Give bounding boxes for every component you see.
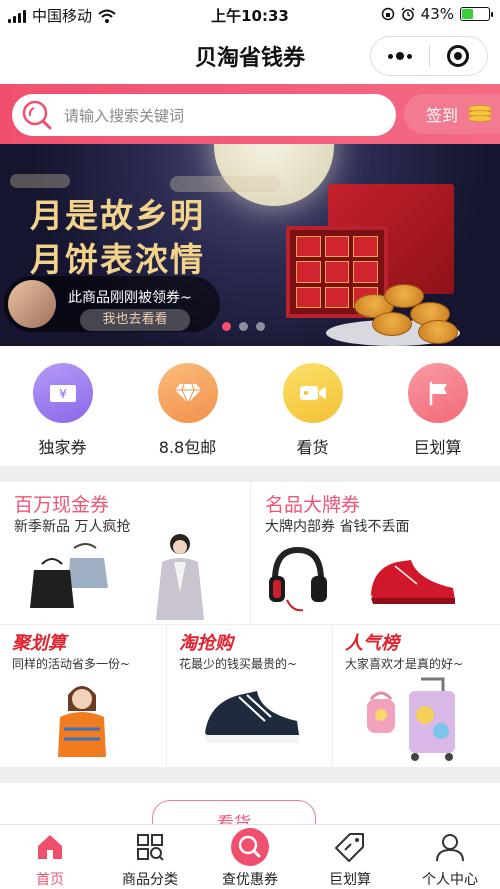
signin-button[interactable]: 签到 bbox=[404, 94, 500, 134]
tab-great-deal[interactable]: 巨划算 bbox=[300, 825, 400, 889]
tab-label: 查优惠券 bbox=[222, 872, 278, 888]
tab-label: 首页 bbox=[36, 872, 64, 888]
signin-label: 签到 bbox=[426, 106, 459, 125]
toast-action-button[interactable]: 我也去看看 bbox=[80, 309, 190, 331]
quick-entry-label: 看货 bbox=[296, 438, 329, 457]
headphones-image bbox=[269, 546, 327, 612]
pager-dot[interactable] bbox=[239, 322, 248, 331]
handbags-image bbox=[30, 543, 108, 608]
promo-subtitle: 新季新品 万人疯抢 bbox=[14, 519, 131, 535]
status-bar: 中国移动 上午10:33 43% bbox=[0, 0, 500, 28]
promo-taoqianggou[interactable]: 淘抢购 花最少的钱买最贵的~ bbox=[166, 625, 332, 767]
search-icon bbox=[22, 100, 52, 130]
promo-row-bottom: 聚划算 同样的活动省多一份~ 淘抢购 花最少的钱买最贵的~ 人气榜 大家喜欢才是… bbox=[0, 624, 500, 767]
quick-entry-exclusive-coupon[interactable]: ¥ 独家券 bbox=[0, 346, 125, 466]
search-input[interactable]: 请输入搜索关键词 bbox=[12, 94, 396, 136]
battery-percent: 43% bbox=[420, 5, 454, 23]
close-button[interactable] bbox=[430, 37, 488, 75]
quick-entries: ¥ 独家券 8.8包邮 看货 巨划算 bbox=[0, 346, 500, 466]
quick-entry-label: 8.8包邮 bbox=[158, 438, 217, 457]
search-band: 请输入搜索关键词 签到 bbox=[0, 84, 500, 144]
promo-row-top: 百万现金券 新季新品 万人疯抢 名品大牌券 大牌内部券 省钱不丢面 bbox=[0, 482, 500, 624]
quick-entry-free-shipping[interactable]: 8.8包邮 bbox=[125, 346, 250, 466]
coupon-icon: ¥ bbox=[33, 363, 93, 423]
moon-illustration bbox=[214, 144, 334, 206]
recent-coupon-toast[interactable]: 此商品刚刚被领券~ 我也去看看 bbox=[4, 276, 220, 332]
luggage-image bbox=[409, 677, 455, 761]
promo-title: 百万现金券 bbox=[14, 494, 110, 516]
tab-label: 商品分类 bbox=[122, 872, 178, 888]
banner-headline-line1: 月是故乡明 bbox=[30, 196, 205, 235]
search-placeholder: 请输入搜索关键词 bbox=[64, 106, 185, 125]
nav-bar: 贝淘省钱券 bbox=[0, 28, 500, 84]
promo-subtitle: 大家喜欢才是真的好~ bbox=[345, 657, 464, 671]
flag-icon bbox=[408, 363, 468, 423]
backpack-image bbox=[367, 691, 395, 733]
battery-icon bbox=[460, 7, 493, 21]
section-divider bbox=[0, 466, 500, 482]
tab-category[interactable]: 商品分类 bbox=[100, 825, 200, 889]
tab-profile[interactable]: 个人中心 bbox=[400, 825, 500, 889]
home-icon bbox=[38, 835, 62, 859]
diamond-icon bbox=[158, 363, 218, 423]
model-coat-image bbox=[156, 534, 204, 620]
promo-title: 淘抢购 bbox=[179, 633, 233, 654]
tab-label: 巨划算 bbox=[329, 872, 371, 888]
promo-subtitle: 大牌内部券 省钱不丢面 bbox=[265, 519, 410, 535]
promo-brand-coupon[interactable]: 名品大牌券 大牌内部券 省钱不丢面 bbox=[250, 482, 500, 624]
tab-bar: 首页 商品分类 查优惠券 巨划算 个人中心 bbox=[0, 824, 500, 889]
tab-home[interactable]: 首页 bbox=[0, 825, 100, 889]
promo-banner[interactable]: 月是故乡明 月饼表浓情 此商品刚刚被领券~ 我也去看看 bbox=[0, 144, 500, 346]
coins-icon bbox=[468, 105, 493, 123]
svg-text:¥: ¥ bbox=[59, 387, 67, 401]
tab-label: 个人中心 bbox=[422, 872, 478, 888]
red-sneaker-image bbox=[371, 560, 455, 604]
video-icon bbox=[283, 363, 343, 423]
promo-subtitle: 同样的活动省多一份~ bbox=[12, 657, 131, 671]
pager-dot[interactable] bbox=[256, 322, 265, 331]
product-thumbnail bbox=[8, 280, 56, 328]
promo-juhuasuan[interactable]: 聚划算 同样的活动省多一份~ bbox=[0, 625, 166, 767]
target-close-icon bbox=[447, 45, 470, 67]
alarm-icon bbox=[401, 7, 415, 21]
banner-headline: 月是故乡明 月饼表浓情 bbox=[30, 194, 205, 282]
user-icon bbox=[436, 834, 464, 862]
more-dots-icon bbox=[387, 52, 412, 60]
pager-dot[interactable] bbox=[222, 322, 231, 331]
quick-entry-watch-goods[interactable]: 看货 bbox=[250, 346, 375, 466]
promo-title: 名品大牌券 bbox=[265, 494, 361, 516]
banner-pager bbox=[222, 322, 265, 331]
category-grid-icon bbox=[137, 834, 164, 861]
section-divider bbox=[0, 767, 500, 783]
quick-entry-label: 巨划算 bbox=[413, 438, 462, 457]
promo-subtitle: 花最少的钱买最贵的~ bbox=[179, 657, 298, 671]
promo-title: 人气榜 bbox=[345, 633, 399, 654]
cloud-illustration bbox=[10, 174, 70, 188]
child-sweater-image bbox=[58, 686, 106, 757]
quick-entry-label: 独家券 bbox=[38, 438, 87, 457]
cloud-illustration bbox=[170, 176, 280, 192]
toast-message: 此商品刚刚被领券~ bbox=[68, 290, 192, 306]
search-coupon-icon bbox=[231, 828, 269, 866]
sneaker-image bbox=[205, 691, 299, 743]
price-tag-icon bbox=[335, 833, 364, 862]
tab-search-coupon[interactable]: 查优惠券 bbox=[200, 825, 300, 889]
orientation-lock-icon bbox=[381, 7, 394, 21]
promo-cash-coupon[interactable]: 百万现金券 新季新品 万人疯抢 bbox=[0, 482, 250, 624]
battery-level bbox=[462, 9, 474, 19]
quick-entry-great-deal[interactable]: 巨划算 bbox=[375, 346, 500, 466]
mini-program-capsule bbox=[370, 36, 488, 76]
promo-title: 聚划算 bbox=[12, 633, 66, 654]
more-button[interactable] bbox=[371, 37, 429, 75]
promo-popular-ranking[interactable]: 人气榜 大家喜欢才是真的好~ bbox=[332, 625, 498, 767]
